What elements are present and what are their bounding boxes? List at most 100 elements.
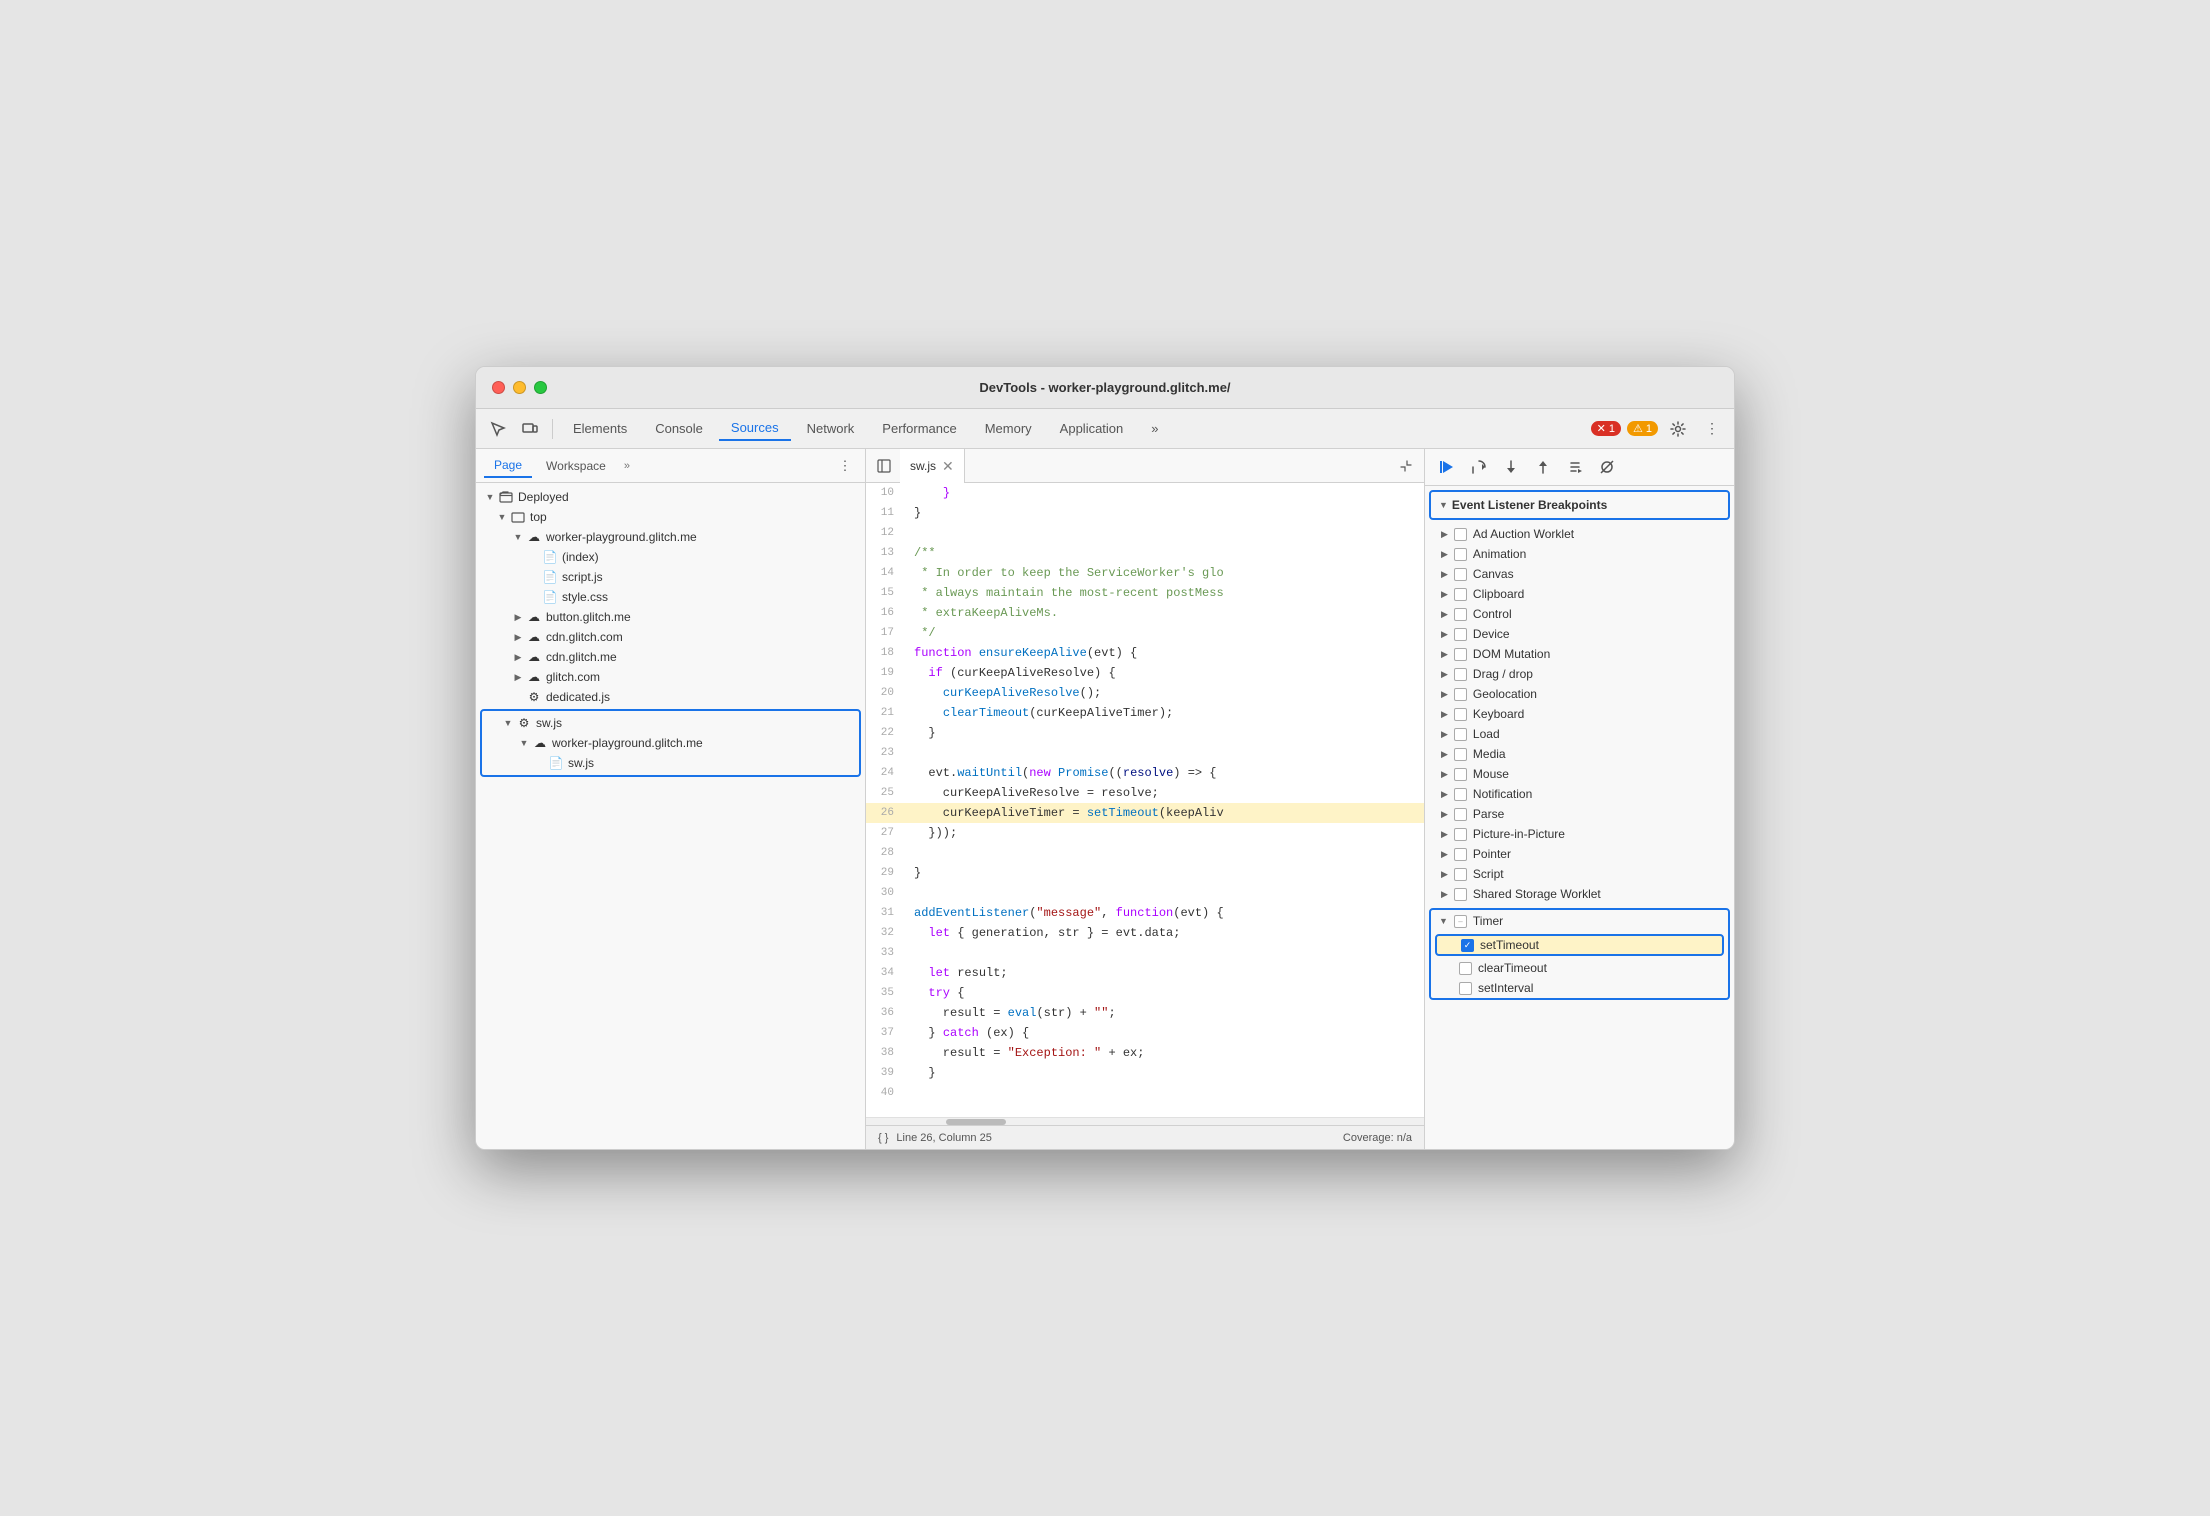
section-expand-arrow: ▼ [1439,500,1448,510]
bp-category-parse[interactable]: ▶ Parse [1425,804,1734,824]
more-options-icon[interactable]: ⋮ [1698,415,1726,443]
tab-elements[interactable]: Elements [561,417,639,440]
bp-category-device[interactable]: ▶ Device [1425,624,1734,644]
bp-checkbox-parse[interactable] [1454,808,1467,821]
sidebar-tab-page[interactable]: Page [484,454,532,478]
bp-category-load[interactable]: ▶ Load [1425,724,1734,744]
tree-item-index[interactable]: ▶ 📄 (index) [476,547,865,567]
tab-performance[interactable]: Performance [870,417,968,440]
tab-memory[interactable]: Memory [973,417,1044,440]
bp-checkbox-drag-drop[interactable] [1454,668,1467,681]
step-into-button[interactable] [1497,453,1525,481]
bp-checkbox-load[interactable] [1454,728,1467,741]
resume-button[interactable] [1433,453,1461,481]
scrollbar-thumb[interactable] [946,1119,1006,1125]
tab-application[interactable]: Application [1048,417,1136,440]
bp-checkbox-shared-storage[interactable] [1454,888,1467,901]
bp-category-shared-storage[interactable]: ▶ Shared Storage Worklet [1425,884,1734,904]
bp-category-mouse[interactable]: ▶ Mouse [1425,764,1734,784]
tree-item-cdn-glitch-me[interactable]: ▶ ☁ cdn.glitch.me [476,647,865,667]
deactivate-breakpoints-button[interactable] [1593,453,1621,481]
expand-editor-icon[interactable] [1392,452,1420,480]
tree-item-button-glitch[interactable]: ▶ ☁ button.glitch.me [476,607,865,627]
bp-checkbox-keyboard[interactable] [1454,708,1467,721]
bp-category-ad-auction[interactable]: ▶ Ad Auction Worklet [1425,524,1734,544]
timer-header[interactable]: ▼ – Timer [1431,910,1728,932]
tree-label-swjs-sub: sw.js [568,756,594,770]
bp-checkbox-control[interactable] [1454,608,1467,621]
bp-category-canvas[interactable]: ▶ Canvas [1425,564,1734,584]
bp-category-control[interactable]: ▶ Control [1425,604,1734,624]
expand-icon: ▶ [1441,589,1448,600]
bp-checkbox-dom-mutation[interactable] [1454,648,1467,661]
tab-console[interactable]: Console [643,417,715,440]
bp-category-pointer[interactable]: ▶ Pointer [1425,844,1734,864]
file-tab-swjs[interactable]: sw.js ✕ [900,449,965,483]
bp-category-drag-drop[interactable]: ▶ Drag / drop [1425,664,1734,684]
timer-item-cleartimeout[interactable]: clearTimeout [1431,958,1728,978]
tree-item-top[interactable]: ▼ top [476,507,865,527]
bp-checkbox-ad-auction[interactable] [1454,528,1467,541]
inspect-icon[interactable] [484,415,512,443]
bp-checkbox-pointer[interactable] [1454,848,1467,861]
step-button[interactable] [1561,453,1589,481]
maximize-button[interactable] [534,381,547,394]
tab-more[interactable]: » [1139,417,1170,440]
bp-checkbox-notification[interactable] [1454,788,1467,801]
bp-checkbox-geolocation[interactable] [1454,688,1467,701]
bp-checkbox-animation[interactable] [1454,548,1467,561]
bp-category-clipboard[interactable]: ▶ Clipboard [1425,584,1734,604]
section-header-event-listener[interactable]: ▼ Event Listener Breakpoints [1429,490,1730,520]
bp-category-keyboard[interactable]: ▶ Keyboard [1425,704,1734,724]
bp-checkbox-script[interactable] [1454,868,1467,881]
tree-item-stylecss[interactable]: ▶ 📄 style.css [476,587,865,607]
collapse-tree-icon[interactable] [870,452,898,480]
tree-item-swjs-sub[interactable]: ▶ 📄 sw.js [482,753,859,773]
step-over-button[interactable] [1465,453,1493,481]
timer-item-settimeout[interactable]: setTimeout [1435,934,1724,956]
timer-checkbox[interactable]: – [1454,915,1467,928]
tree-item-swjs-main[interactable]: ▼ ⚙ sw.js [482,713,859,733]
bp-checkbox-device[interactable] [1454,628,1467,641]
error-badge[interactable]: ✕ 1 [1591,421,1621,436]
bp-category-media[interactable]: ▶ Media [1425,744,1734,764]
sidebar-menu-button[interactable]: ⋮ [833,454,857,478]
sidebar-more[interactable]: » [624,460,630,472]
step-out-button[interactable] [1529,453,1557,481]
tree-label-scriptjs: script.js [562,570,603,584]
minimize-button[interactable] [513,381,526,394]
settimeout-checkbox[interactable] [1461,939,1474,952]
format-icon[interactable]: { } [878,1132,888,1144]
tree-item-dedicated-js[interactable]: ▶ ⚙ dedicated.js [476,687,865,707]
horizontal-scrollbar[interactable] [866,1117,1424,1125]
timer-item-setinterval[interactable]: setInterval [1431,978,1728,998]
bp-checkbox-mouse[interactable] [1454,768,1467,781]
close-tab-icon[interactable]: ✕ [942,459,954,473]
bp-category-dom-mutation[interactable]: ▶ DOM Mutation [1425,644,1734,664]
code-content[interactable]: 10 } 11 } 12 13 /** [866,483,1424,1117]
bp-checkbox-pip[interactable] [1454,828,1467,841]
tree-item-cdn-glitch-com[interactable]: ▶ ☁ cdn.glitch.com [476,627,865,647]
tree-item-scriptjs[interactable]: ▶ 📄 script.js [476,567,865,587]
cleartimeout-checkbox[interactable] [1459,962,1472,975]
tab-sources[interactable]: Sources [719,416,791,441]
tree-item-deployed[interactable]: ▼ Deployed [476,487,865,507]
bp-category-geolocation[interactable]: ▶ Geolocation [1425,684,1734,704]
settings-icon[interactable] [1664,415,1692,443]
bp-category-pip[interactable]: ▶ Picture-in-Picture [1425,824,1734,844]
tab-network[interactable]: Network [795,417,867,440]
tree-item-worker-playground-sub[interactable]: ▼ ☁ worker-playground.glitch.me [482,733,859,753]
bp-category-animation[interactable]: ▶ Animation [1425,544,1734,564]
warning-badge[interactable]: ⚠ 1 [1627,421,1658,436]
setinterval-checkbox[interactable] [1459,982,1472,995]
tree-item-worker-playground[interactable]: ▼ ☁ worker-playground.glitch.me [476,527,865,547]
device-toggle-icon[interactable] [516,415,544,443]
bp-checkbox-clipboard[interactable] [1454,588,1467,601]
close-button[interactable] [492,381,505,394]
sidebar-tab-workspace[interactable]: Workspace [536,455,616,477]
bp-category-notification[interactable]: ▶ Notification [1425,784,1734,804]
tree-item-glitch-com[interactable]: ▶ ☁ glitch.com [476,667,865,687]
bp-checkbox-canvas[interactable] [1454,568,1467,581]
bp-checkbox-media[interactable] [1454,748,1467,761]
bp-category-script[interactable]: ▶ Script [1425,864,1734,884]
